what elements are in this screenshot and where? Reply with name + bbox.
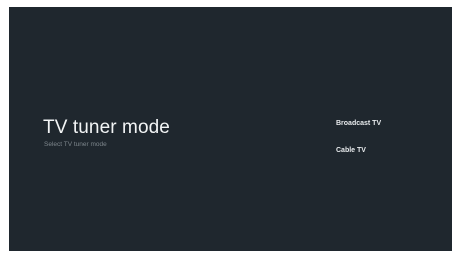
page-title: TV tuner mode bbox=[43, 117, 170, 138]
tv-tuner-mode-screen: TV tuner mode Select TV tuner mode Broad… bbox=[9, 7, 452, 251]
option-cable-tv[interactable]: Cable TV bbox=[336, 147, 381, 155]
page-subtitle: Select TV tuner mode bbox=[44, 141, 107, 148]
tuner-mode-options: Broadcast TV Cable TV bbox=[336, 120, 381, 155]
option-broadcast-tv[interactable]: Broadcast TV bbox=[336, 120, 381, 128]
